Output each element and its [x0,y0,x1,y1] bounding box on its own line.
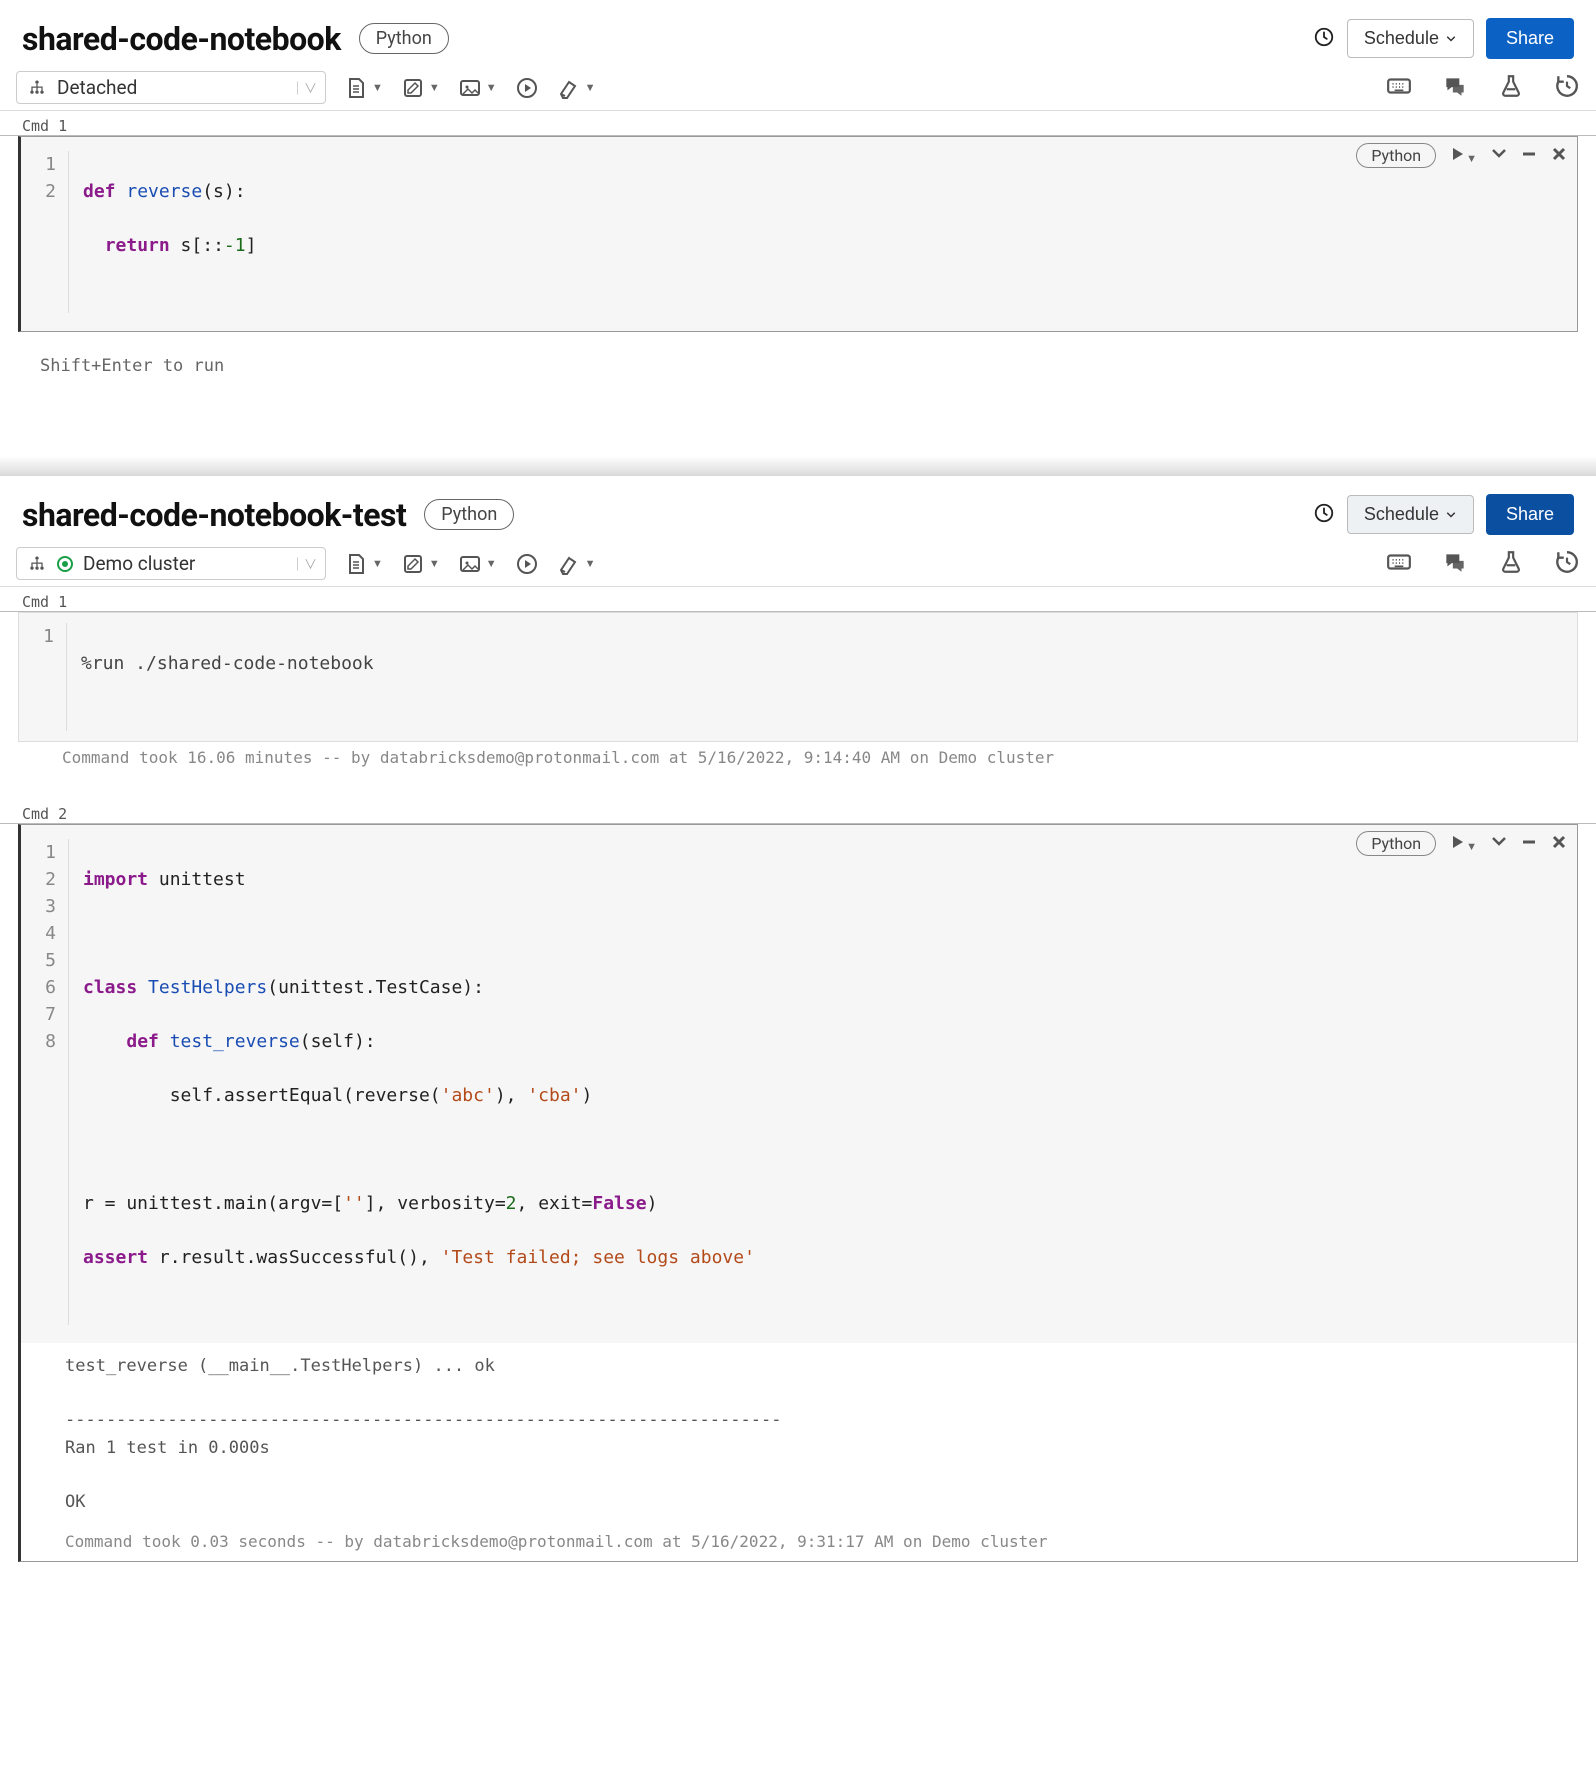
notebook-header: shared-code-notebook-test Python Schedul… [0,476,1596,543]
cell-delete-button[interactable] [1551,834,1567,854]
run-all-button[interactable] [515,552,539,576]
revision-history-icon[interactable] [1554,73,1580,103]
cell-label: Cmd 1 [0,111,1596,136]
run-all-button[interactable] [515,76,539,100]
comments-icon[interactable] [1442,73,1468,103]
cell-language-pill[interactable]: Python [1356,831,1436,856]
cell-collapse-button[interactable] [1491,146,1507,166]
line-gutter: 12345678 [21,839,69,1325]
cell-run-button[interactable]: ▼ [1450,834,1477,854]
experiments-icon[interactable] [1498,549,1524,579]
comments-icon[interactable] [1442,549,1468,579]
cell-label: Cmd 2 [0,799,1596,824]
cell-run-button[interactable]: ▼ [1450,146,1477,166]
cluster-caret-icon: ｜∨ [291,554,317,573]
cell-delete-button[interactable] [1551,146,1567,166]
keyboard-shortcuts-icon[interactable] [1386,549,1412,579]
file-menu-button[interactable]: ▼ [344,552,383,576]
cell-output: test_reverse (__main__.TestHelpers) ... … [21,1343,1577,1526]
code-cell[interactable]: Python ▼ 12 def reverse(s): return s[::-… [18,136,1578,332]
code-cell[interactable]: Python ▼ 12345678 import unittest class … [18,824,1578,1343]
code-editor[interactable]: import unittest class TestHelpers(unitte… [69,839,755,1325]
cell-collapse-button[interactable] [1491,834,1507,854]
notebook-toolbar: Detached ｜∨ ▼ ▼ ▼ ▼ [0,67,1596,111]
share-button[interactable]: Share [1486,494,1574,535]
last-run-icon[interactable] [1313,502,1335,528]
cluster-tree-icon [27,78,47,98]
notebook-panel-2: shared-code-notebook-test Python Schedul… [0,476,1596,1562]
clear-menu-button[interactable]: ▼ [557,76,596,100]
edit-menu-button[interactable]: ▼ [401,552,440,576]
cell-minimize-button[interactable] [1521,834,1537,854]
cluster-attached-icon [57,556,73,572]
cell-minimize-button[interactable] [1521,146,1537,166]
cluster-label: Demo cluster [83,552,281,575]
notebook-panel-1: shared-code-notebook Python Schedule Sha… [0,0,1596,476]
cell-execution-meta: Command took 0.03 seconds -- by databric… [21,1526,1577,1557]
view-menu-button[interactable]: ▼ [458,76,497,100]
run-hint: Shift+Enter to run [0,332,1596,376]
language-pill[interactable]: Python [424,499,514,530]
cluster-selector[interactable]: Detached ｜∨ [16,71,326,104]
notebook-title[interactable]: shared-code-notebook [22,20,341,58]
chevron-down-icon [1445,509,1457,521]
view-menu-button[interactable]: ▼ [458,552,497,576]
cell-toolbar: Python ▼ [1356,831,1567,856]
cluster-selector[interactable]: Demo cluster ｜∨ [16,547,326,580]
cluster-tree-icon [27,554,47,574]
cell-label: Cmd 1 [0,587,1596,612]
revision-history-icon[interactable] [1554,549,1580,579]
notebook-header: shared-code-notebook Python Schedule Sha… [0,0,1596,67]
language-pill[interactable]: Python [359,23,449,54]
cell-execution-meta: Command took 16.06 minutes -- by databri… [18,742,1578,773]
schedule-button[interactable]: Schedule [1347,495,1474,534]
share-button[interactable]: Share [1486,18,1574,59]
last-run-icon[interactable] [1313,26,1335,52]
line-gutter: 12 [21,151,69,313]
code-cell[interactable]: 1 %run ./shared-code-notebook [18,612,1578,742]
experiments-icon[interactable] [1498,73,1524,103]
code-editor[interactable]: def reverse(s): return s[::-1] [69,151,256,313]
notebook-title[interactable]: shared-code-notebook-test [22,496,406,534]
schedule-label: Schedule [1364,28,1439,49]
notebook-toolbar: Demo cluster ｜∨ ▼ ▼ ▼ ▼ [0,543,1596,587]
cell-language-pill[interactable]: Python [1356,143,1436,168]
line-gutter: 1 [19,623,67,731]
schedule-label: Schedule [1364,504,1439,525]
edit-menu-button[interactable]: ▼ [401,76,440,100]
cell-output-wrap: test_reverse (__main__.TestHelpers) ... … [18,1343,1578,1562]
clear-menu-button[interactable]: ▼ [557,552,596,576]
cluster-caret-icon: ｜∨ [291,78,317,97]
code-editor[interactable]: %run ./shared-code-notebook [67,623,374,731]
cluster-label: Detached [57,76,281,99]
chevron-down-icon [1445,33,1457,45]
keyboard-shortcuts-icon[interactable] [1386,73,1412,103]
file-menu-button[interactable]: ▼ [344,76,383,100]
schedule-button[interactable]: Schedule [1347,19,1474,58]
cell-toolbar: Python ▼ [1356,143,1567,168]
